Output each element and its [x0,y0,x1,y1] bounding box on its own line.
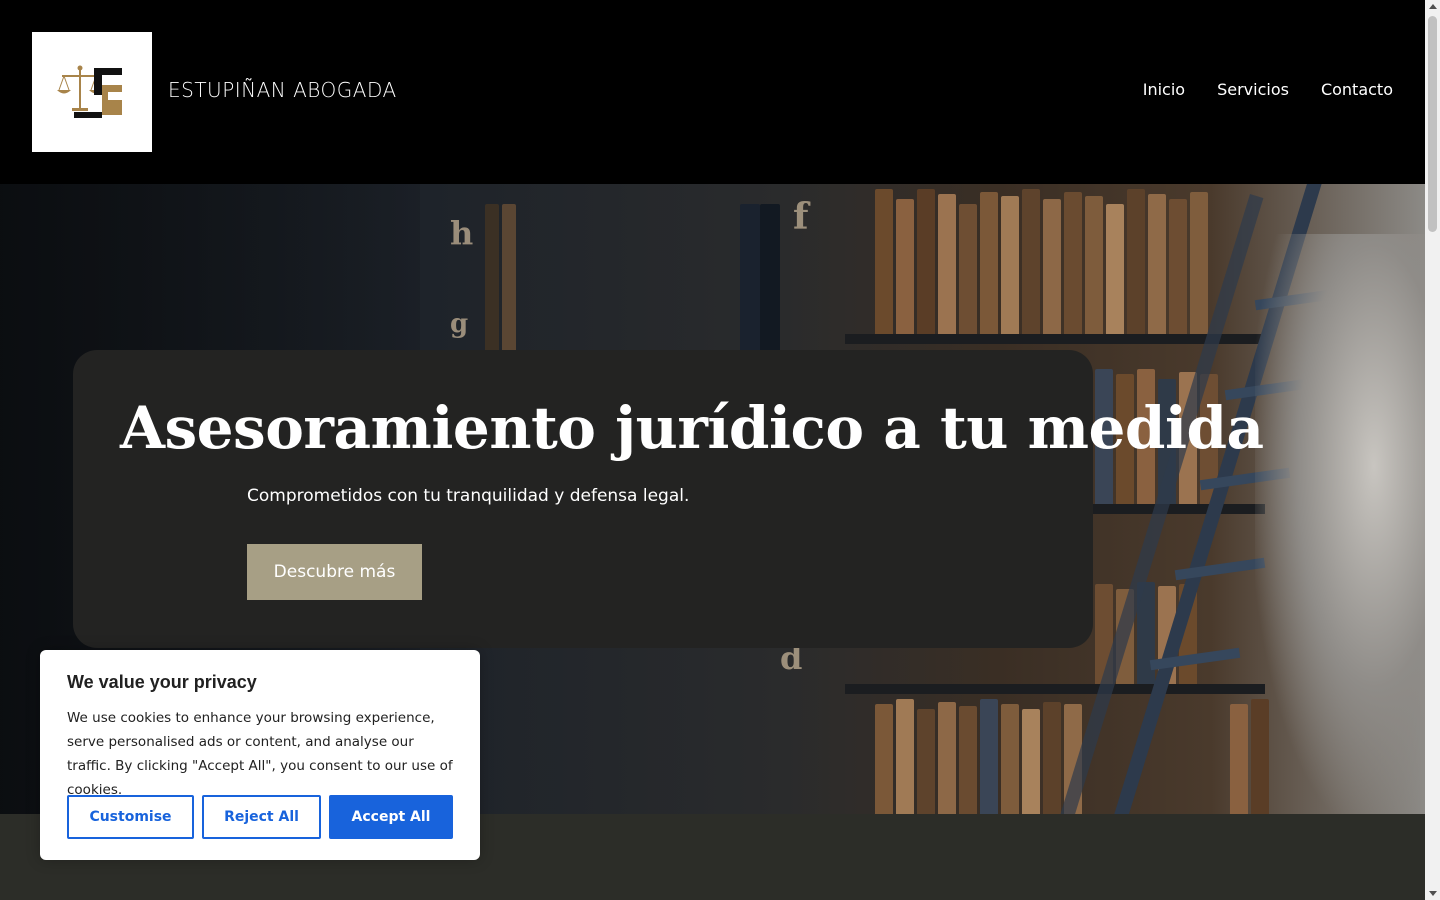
accept-all-button[interactable]: Accept All [329,795,453,839]
customise-button[interactable]: Customise [67,795,194,839]
discover-more-button[interactable]: Descubre más [247,544,422,600]
cookie-consent-banner: We value your privacy We use cookies to … [40,650,480,860]
statue-figure [1255,234,1425,814]
hero-title: Asesoramiento jurídico a tu medida [120,394,1264,462]
nav-inicio[interactable]: Inicio [1143,80,1185,99]
scales-of-justice-icon [57,65,122,118]
site-title[interactable]: ESTUPIÑAN ABOGADA [168,78,397,102]
scrollbar-thumb[interactable] [1428,16,1437,232]
cookie-title: We value your privacy [67,672,257,692]
scroll-down-arrow-icon[interactable] [1429,891,1437,896]
reject-all-button[interactable]: Reject All [202,795,321,839]
nav-contacto[interactable]: Contacto [1321,80,1393,99]
main-nav: Inicio Servicios Contacto [1143,80,1393,99]
hero-subtitle: Comprometidos con tu tranquilidad y defe… [247,486,690,506]
site-logo[interactable] [32,32,152,152]
scroll-up-arrow-icon[interactable] [1429,4,1437,9]
site-header: ESTUPIÑAN ABOGADA Inicio Servicios Conta… [0,0,1425,184]
nav-servicios[interactable]: Servicios [1217,80,1289,99]
cookie-description: We use cookies to enhance your browsing … [67,710,453,798]
page-scrollbar[interactable] [1425,0,1440,900]
